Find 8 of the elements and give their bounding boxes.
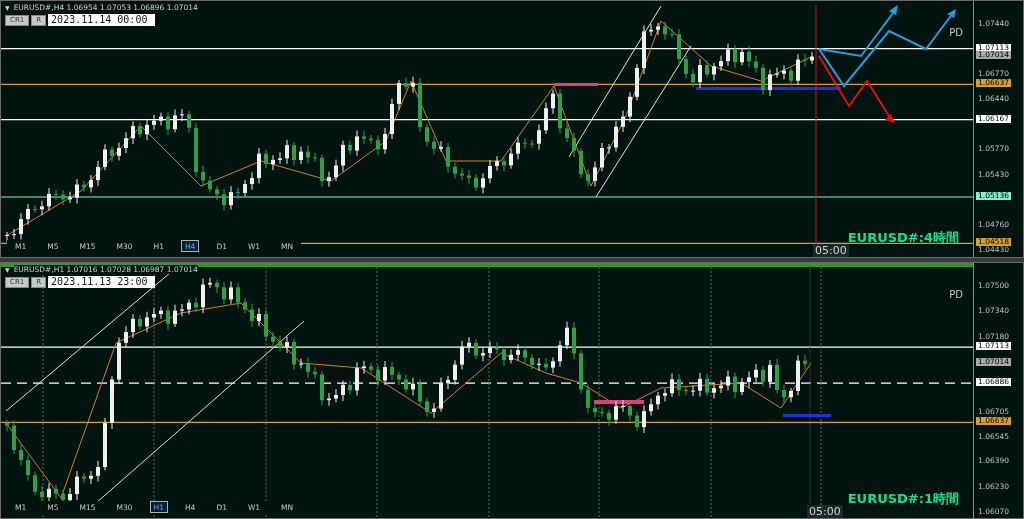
chart-note: PD — [949, 27, 963, 38]
date-field[interactable]: 2023.11.13 23:00 — [48, 276, 156, 288]
time-marker: 05:00 — [813, 244, 849, 257]
chart-title: EURUSD#:1時間 — [847, 490, 959, 508]
chart-title: EURUSD#:4時間 — [847, 229, 959, 247]
chart-note: PD — [949, 289, 963, 300]
time-marker: 05:00 — [807, 505, 843, 518]
date-field[interactable]: 2023.11.14 00:00 — [48, 14, 156, 26]
